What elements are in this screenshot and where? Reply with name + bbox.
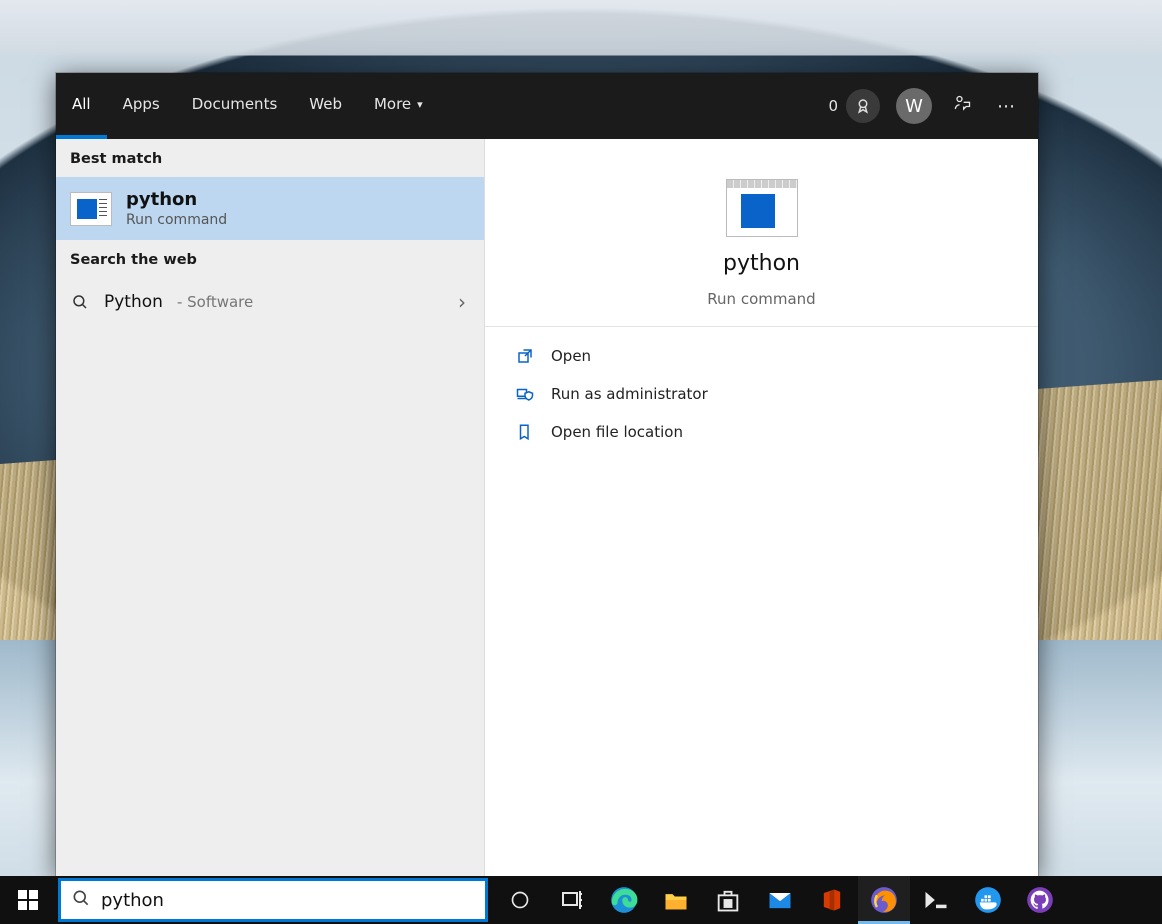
user-avatar[interactable]: W xyxy=(896,88,932,124)
section-best-match: Best match xyxy=(56,139,484,177)
feedback-icon[interactable] xyxy=(948,94,976,119)
search-tabs: All Apps Documents Web More ▾ xyxy=(56,73,439,139)
chevron-down-icon: ▾ xyxy=(417,98,423,111)
taskbar-search-box[interactable] xyxy=(58,878,488,922)
more-options-icon[interactable]: ⋯ xyxy=(992,96,1020,117)
preview-title: python xyxy=(723,251,800,276)
header-actions: 0 W ⋯ xyxy=(828,88,1028,124)
action-run-admin[interactable]: Run as administrator xyxy=(505,375,1018,413)
start-search-panel: All Apps Documents Web More ▾ 0 xyxy=(56,73,1038,876)
result-best-match[interactable]: python Run command xyxy=(56,177,484,240)
points-value: 0 xyxy=(828,97,838,115)
preview-header: python Run command xyxy=(485,139,1038,327)
file-explorer-icon[interactable] xyxy=(650,876,702,924)
section-search-web: Search the web xyxy=(56,240,484,278)
preview-actions: Open Run as administrator xyxy=(485,327,1038,461)
windows-logo-icon xyxy=(18,890,38,910)
action-open-location[interactable]: Open file location xyxy=(505,413,1018,451)
firefox-icon[interactable] xyxy=(858,876,910,924)
result-title: python xyxy=(126,189,227,210)
action-open[interactable]: Open xyxy=(505,337,1018,375)
taskbar-pinned-apps xyxy=(494,876,1066,924)
admin-shield-icon xyxy=(515,385,535,403)
medal-icon xyxy=(846,89,880,123)
avatar-letter: W xyxy=(905,96,923,117)
tab-all[interactable]: All xyxy=(56,73,107,139)
search-header: All Apps Documents Web More ▾ 0 xyxy=(56,73,1038,139)
edge-icon[interactable] xyxy=(598,876,650,924)
search-input[interactable] xyxy=(101,890,475,911)
github-icon[interactable] xyxy=(1014,876,1066,924)
taskbar xyxy=(0,876,1162,924)
tab-label: More xyxy=(374,95,411,113)
preview-app-icon xyxy=(726,179,798,237)
tab-label: Apps xyxy=(123,95,160,113)
terminal-icon[interactable] xyxy=(910,876,962,924)
rewards-points[interactable]: 0 xyxy=(828,89,880,123)
start-button[interactable] xyxy=(0,876,56,924)
web-term: Python xyxy=(104,292,163,312)
tab-label: All xyxy=(72,95,91,113)
tab-apps[interactable]: Apps xyxy=(107,73,176,139)
run-command-icon xyxy=(70,192,112,226)
chevron-right-icon: › xyxy=(458,290,470,314)
tab-web[interactable]: Web xyxy=(293,73,358,139)
open-icon xyxy=(515,347,535,365)
folder-location-icon xyxy=(515,423,535,441)
result-web-item[interactable]: Python - Software › xyxy=(56,278,484,326)
task-view-icon[interactable] xyxy=(546,876,598,924)
search-icon xyxy=(70,293,90,311)
tab-label: Documents xyxy=(192,95,278,113)
result-subtitle: Run command xyxy=(126,212,227,228)
tab-more[interactable]: More ▾ xyxy=(358,73,439,139)
docker-icon[interactable] xyxy=(962,876,1014,924)
microsoft-store-icon[interactable] xyxy=(702,876,754,924)
action-label: Open file location xyxy=(551,423,683,441)
cortana-icon[interactable] xyxy=(494,876,546,924)
preview-subtitle: Run command xyxy=(707,290,815,308)
web-hint: - Software xyxy=(177,293,253,311)
preview-column: python Run command Open xyxy=(484,139,1038,876)
mail-icon[interactable] xyxy=(754,876,806,924)
tab-documents[interactable]: Documents xyxy=(176,73,294,139)
tab-label: Web xyxy=(309,95,342,113)
results-column: Best match python Run command Search the… xyxy=(56,139,484,876)
action-label: Run as administrator xyxy=(551,385,708,403)
search-icon xyxy=(71,888,91,912)
action-label: Open xyxy=(551,347,591,365)
office-icon[interactable] xyxy=(806,876,858,924)
